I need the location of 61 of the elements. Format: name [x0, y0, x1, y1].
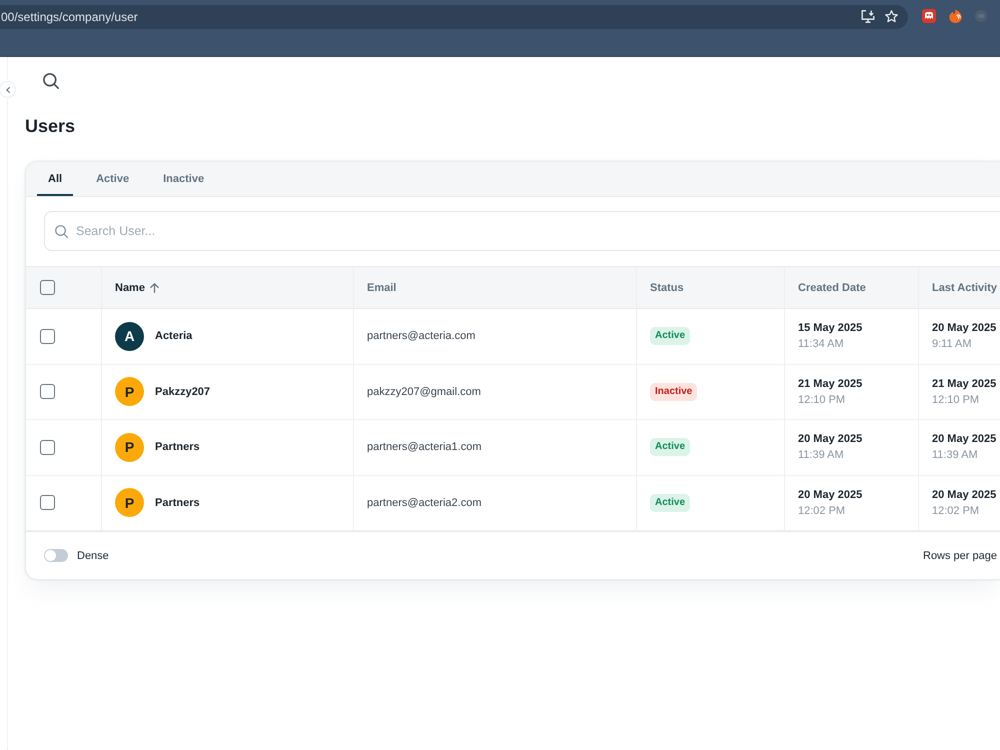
time-text: 12:10 PM	[932, 394, 980, 406]
user-name: Partners	[155, 441, 200, 454]
search-button[interactable]	[42, 72, 60, 90]
status-badge: Active	[650, 327, 690, 346]
time-text: 11:34 AM	[798, 338, 844, 350]
time-text: 12:02 PM	[932, 504, 980, 517]
time-text: 9:11 AM	[932, 338, 972, 350]
date-text: 20 May 2025	[932, 433, 996, 446]
date-text: 20 May 2025	[932, 322, 996, 334]
date-text: 20 May 2025	[798, 488, 862, 501]
address-bar[interactable]: 00/settings/company/user	[0, 4, 908, 28]
checkbox[interactable]	[40, 440, 55, 455]
column-header[interactable]: Status	[650, 282, 684, 294]
date-text: 20 May 2025	[932, 488, 996, 501]
monitor-download-icon[interactable]	[861, 10, 875, 23]
extension-icon[interactable]	[949, 9, 962, 23]
status-badge: Active	[650, 494, 690, 512]
user-name: Acteria	[155, 330, 192, 342]
tab[interactable]: All	[37, 162, 74, 196]
search-field[interactable]: Search User...	[44, 211, 1000, 251]
column-header[interactable]: Email	[367, 282, 396, 294]
collapse-button[interactable]	[0, 81, 16, 98]
page-title: Users	[25, 115, 76, 137]
search-icon	[43, 73, 59, 89]
avatar: P	[115, 377, 144, 406]
date-text: 21 May 2025	[798, 378, 862, 390]
time-text: 12:02 PM	[798, 504, 846, 517]
date-text: 15 May 2025	[798, 322, 862, 334]
dense-toggle[interactable]	[44, 549, 68, 562]
column-header[interactable]: Name	[115, 282, 145, 294]
user-name: Partners	[155, 496, 200, 509]
user-name: Pakzzy207	[155, 386, 210, 398]
date-text: 21 May 2025	[932, 378, 996, 390]
arrow-up-icon[interactable]	[150, 282, 159, 292]
search-icon	[55, 224, 68, 238]
time-text: 11:39 AM	[798, 449, 844, 462]
tab[interactable]: Inactive	[152, 162, 216, 196]
extension-icon[interactable]	[922, 9, 936, 23]
time-text: 12:10 PM	[798, 394, 846, 406]
star-icon[interactable]	[885, 10, 898, 23]
email-text: pakzzy207@gmail.com	[367, 386, 481, 398]
email-text: partners@acteria1.com	[367, 441, 482, 454]
tab[interactable]: Active	[85, 162, 140, 196]
rows-per-page-label: Rows per page	[923, 550, 997, 562]
avatar: P	[115, 488, 144, 518]
column-header[interactable]: Created Date	[798, 282, 866, 294]
email-text: partners@acteria.com	[367, 330, 476, 342]
status-badge: Active	[650, 438, 690, 456]
chevron-left-icon	[6, 86, 10, 92]
checkbox[interactable]	[40, 384, 55, 400]
column-header[interactable]: Last Activity	[932, 282, 998, 294]
checkbox[interactable]	[40, 495, 55, 510]
email-text: partners@acteria2.com	[367, 496, 482, 509]
date-text: 20 May 2025	[798, 433, 862, 446]
checkbox[interactable]	[40, 280, 55, 295]
avatar: A	[115, 322, 144, 351]
toggle-label: Dense	[77, 550, 109, 562]
avatar: P	[115, 432, 144, 462]
time-text: 11:39 AM	[932, 449, 978, 462]
checkbox[interactable]	[40, 328, 55, 344]
status-badge: Inactive	[650, 382, 698, 401]
